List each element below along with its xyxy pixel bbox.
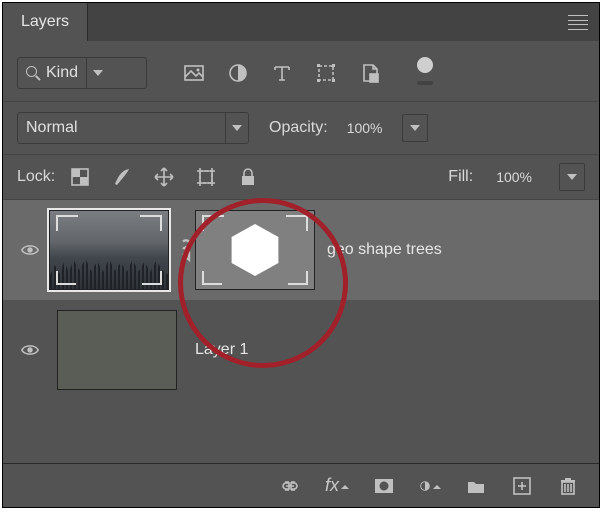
opacity-value-text: 100% [339, 120, 391, 136]
chevron-down-icon [87, 58, 109, 88]
lock-transparency-icon[interactable] [69, 166, 91, 188]
layer-effects-button[interactable]: fx [325, 475, 349, 496]
opacity-label[interactable]: Opacity: [269, 119, 328, 137]
layer-name[interactable]: Layer 1 [195, 341, 248, 359]
chevron-down-icon [567, 174, 577, 180]
lock-icons-group [69, 166, 259, 188]
visibility-toggle[interactable] [11, 340, 49, 360]
new-adjustment-layer-icon[interactable] [419, 475, 441, 497]
fill-slider-toggle[interactable] [559, 163, 585, 191]
smartobject-layer-filter-icon[interactable] [359, 62, 381, 84]
layer-actions-bar: fx [3, 463, 599, 507]
fill-value-text: 100% [488, 169, 540, 185]
chevron-down-icon [226, 113, 248, 143]
lock-all-icon[interactable] [237, 166, 259, 188]
layer-name[interactable]: geo shape trees [327, 241, 442, 259]
layer-mask-thumbnail[interactable] [195, 210, 315, 290]
fill-label[interactable]: Fill: [448, 168, 473, 186]
pixel-layer-filter-icon[interactable] [183, 62, 205, 84]
fill-value[interactable]: 100% [487, 163, 541, 191]
delete-layer-icon[interactable] [557, 475, 579, 497]
blend-opacity-row: Normal Opacity: 100% [3, 102, 599, 155]
opacity-slider-toggle[interactable] [402, 114, 428, 142]
lock-fill-row: Lock: Fill: 100% [3, 155, 599, 200]
chevron-down-icon [433, 478, 441, 494]
layer-row[interactable]: Layer 1 [3, 300, 599, 400]
panel-tab-bar: Layers [3, 3, 599, 41]
chevron-down-icon [341, 475, 349, 496]
lock-image-icon[interactable] [111, 166, 133, 188]
filter-type-dropdown[interactable]: Kind [17, 57, 147, 89]
blend-mode-dropdown[interactable]: Normal [17, 112, 249, 144]
adjustment-layer-filter-icon[interactable] [227, 62, 249, 84]
search-icon [26, 66, 40, 80]
tab-bar-spacer [88, 3, 599, 41]
new-group-icon[interactable] [465, 475, 487, 497]
opacity-value[interactable]: 100% [338, 114, 392, 142]
hexagon-shape-icon [229, 224, 281, 276]
visibility-toggle[interactable] [11, 240, 49, 260]
layer-filter-row: Kind [3, 41, 599, 102]
shape-layer-filter-icon[interactable] [315, 62, 337, 84]
layer-row[interactable]: geo shape trees [3, 200, 599, 300]
fx-label-text: fx [325, 475, 339, 496]
layers-panel: Layers Kind [2, 2, 600, 508]
filter-type-label: Kind [46, 64, 78, 82]
link-layers-icon[interactable] [279, 475, 301, 497]
tab-layers[interactable]: Layers [3, 3, 88, 41]
type-layer-filter-icon[interactable] [271, 62, 293, 84]
add-mask-icon[interactable] [373, 475, 395, 497]
layer-thumbnail[interactable] [49, 210, 169, 290]
blend-mode-label: Normal [26, 119, 78, 137]
lock-label: Lock: [17, 168, 55, 186]
chevron-down-icon [410, 125, 420, 131]
filter-icon-group [183, 62, 381, 84]
toggle-notch-icon [417, 81, 433, 85]
new-layer-icon[interactable] [511, 475, 533, 497]
layer-thumbnail[interactable] [57, 310, 177, 390]
filter-toggle[interactable] [409, 63, 433, 83]
mask-link-icon[interactable] [177, 234, 195, 267]
lock-artboard-icon[interactable] [195, 166, 217, 188]
lock-position-icon[interactable] [153, 166, 175, 188]
toggle-dot-icon [417, 57, 433, 73]
panel-menu-icon[interactable] [567, 11, 589, 33]
layer-list: geo shape trees Layer 1 [3, 200, 599, 463]
eye-icon [20, 240, 40, 260]
eye-icon [20, 340, 40, 360]
